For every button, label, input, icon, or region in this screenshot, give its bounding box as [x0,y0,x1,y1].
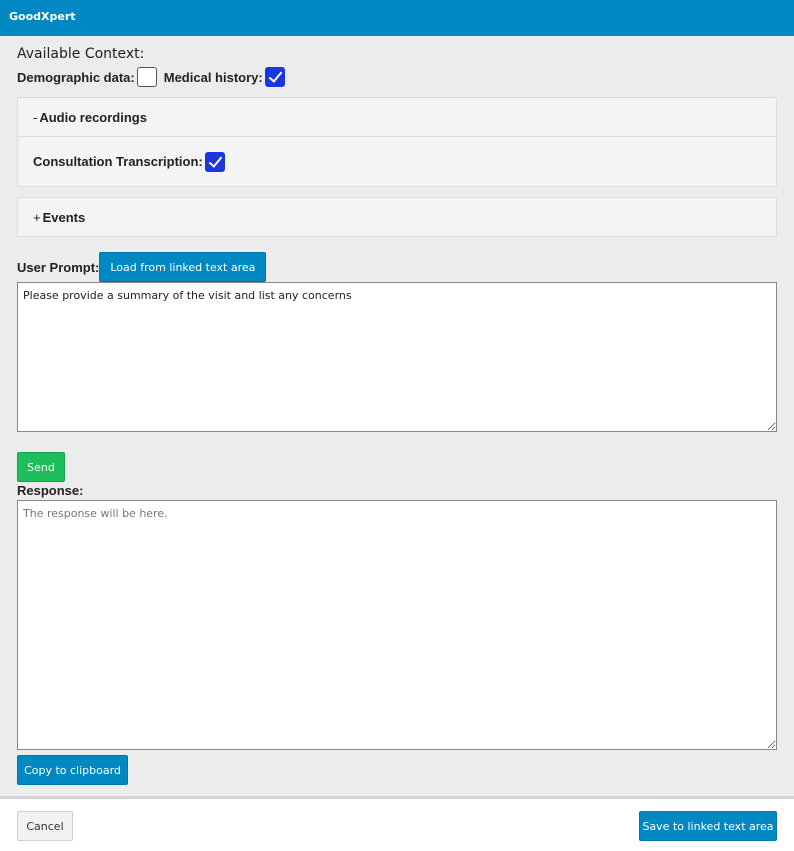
user-prompt-label: User Prompt: [17,259,100,275]
audio-recordings-header[interactable]: - Audio recordings [18,98,776,136]
demographic-data-checkbox[interactable] [136,67,157,87]
consultation-transcription-label: Consultation Transcription: [33,154,203,169]
save-to-linked-text-area-button[interactable]: Save to linked text area [639,811,777,841]
available-context-heading: Available Context: [17,46,145,62]
user-prompt-row: User Prompt: Load from linked text area [17,252,267,282]
send-button[interactable]: Send [17,452,65,482]
audio-recordings-panel: - Audio recordings Consultation Transcri… [17,97,777,187]
events-panel: + Events [17,197,777,237]
user-prompt-input[interactable]: Please provide a summary of the visit an… [17,282,777,432]
collapse-icon: - [33,109,38,125]
audio-recordings-body: Consultation Transcription: [18,136,776,186]
events-header[interactable]: + Events [18,198,776,236]
medical-history-checkbox[interactable] [264,67,285,87]
events-title: Events [42,209,86,225]
title-bar: GoodXpert [0,0,794,36]
audio-recordings-title: Audio recordings [39,109,147,125]
response-label: Response: [17,483,84,498]
expand-icon: + [33,209,41,225]
window-title: GoodXpert [9,10,76,23]
response-output[interactable] [17,500,777,750]
medical-history-label: Medical history: [163,69,263,85]
context-checkboxes: Demographic data: Medical history: [17,67,285,87]
demographic-data-label: Demographic data: [17,69,135,85]
copy-to-clipboard-button[interactable]: Copy to clipboard [17,755,128,785]
load-from-linked-text-area-button[interactable]: Load from linked text area [99,252,267,282]
cancel-button[interactable]: Cancel [17,811,73,841]
consultation-transcription-checkbox[interactable] [204,151,225,172]
dialog-footer: Cancel Save to linked text area [0,796,794,851]
